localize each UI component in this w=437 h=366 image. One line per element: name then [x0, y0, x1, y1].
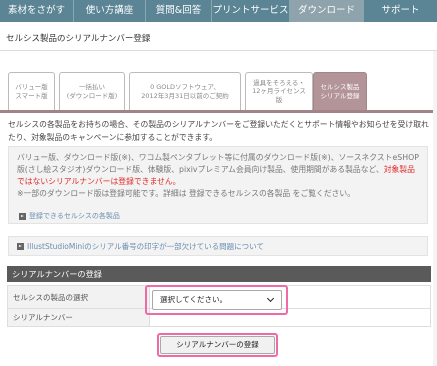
nav-qa[interactable]: 質問&回答	[146, 0, 212, 22]
registerable-products-link-label: 登録できるセルシスの各製品	[29, 212, 120, 220]
page-title: セルシス製品のシリアルナンバー登録	[6, 34, 151, 44]
section-header: シリアルナンバーの登録	[7, 266, 431, 282]
trouble-link-label: IllustStudioMiniのシリアル番号の印字が一部欠けている問題について	[27, 241, 264, 251]
trouble-link[interactable]: IllustStudioMiniのシリアル番号の印字が一部欠けている問題について	[8, 236, 428, 256]
notice-box: バリュー版、ダウンロード版(※)、ワコム製ペンタブレット等に付属のダウンロード版…	[8, 146, 428, 224]
tab-label: バリュー版 スマート版	[15, 83, 48, 100]
arrow-icon	[17, 242, 24, 250]
product-tabs: バリュー版 スマート版 一括払い (ダウンロード版) 0 GOLDソフトウェア、…	[8, 72, 430, 110]
product-select-value: 選択してください。	[160, 295, 228, 304]
register-serial-button[interactable]: シリアルナンバーの登録	[160, 336, 275, 354]
notice-note: ※一部のダウンロード版は登録可能です。詳細は 登録できるセルシスの各製品 をご覧…	[17, 189, 356, 198]
scrollbar[interactable]	[433, 51, 437, 366]
nav-download[interactable]: ダウンロード	[290, 0, 364, 22]
top-navigation: 素材をさがす 使い方講座 質問&回答 プリントサービス ダウンロード サポート	[0, 0, 437, 22]
product-select[interactable]: 選択してください。	[152, 290, 282, 310]
nav-tutorials[interactable]: 使い方講座	[74, 0, 146, 22]
tab-label: 一括払い (ダウンロード版)	[66, 83, 118, 100]
registerable-products-link[interactable]: 登録できるセルシスの各製品	[19, 210, 120, 222]
tab-label: 0 GOLDソフトウェア、 2012年3月31日以前のご契約	[141, 83, 229, 100]
title-divider	[0, 50, 437, 51]
tab-label: 過具をそろえる・ 12ヶ月ライセンス版	[252, 79, 306, 104]
tab-label: セルシス製品 シリアル登録	[320, 83, 360, 100]
nav-support[interactable]: サポート	[364, 0, 437, 22]
nav-find-materials[interactable]: 素材をさがす	[0, 0, 74, 22]
tab-serial-registration[interactable]: セルシス製品 シリアル登録	[313, 72, 367, 110]
tab-gold-software[interactable]: 0 GOLDソフトウェア、 2012年3月31日以前のご契約	[129, 72, 241, 110]
notice-text: バリュー版、ダウンロード版(※)、ワコム製ペンタブレット等に付属のダウンロード版…	[17, 153, 419, 174]
tab-value-smart[interactable]: バリュー版 スマート版	[8, 72, 55, 110]
arrow-icon	[19, 212, 26, 220]
chevron-down-icon	[266, 294, 275, 303]
serial-number-label: シリアルナンバー	[7, 308, 150, 327]
intro-text: セルシスの各製品をお持ちの場合、その製品のシリアルナンバーをご登録いただくとサポ…	[8, 120, 429, 142]
nav-print-service[interactable]: プリントサービス	[212, 0, 290, 22]
tabs-underline	[0, 110, 437, 113]
tab-12-month-license[interactable]: 過具をそろえる・ 12ヶ月ライセンス版	[245, 72, 313, 110]
product-select-label: セルシスの製品の選択	[7, 285, 150, 309]
tab-one-time-payment[interactable]: 一括払い (ダウンロード版)	[59, 72, 125, 110]
